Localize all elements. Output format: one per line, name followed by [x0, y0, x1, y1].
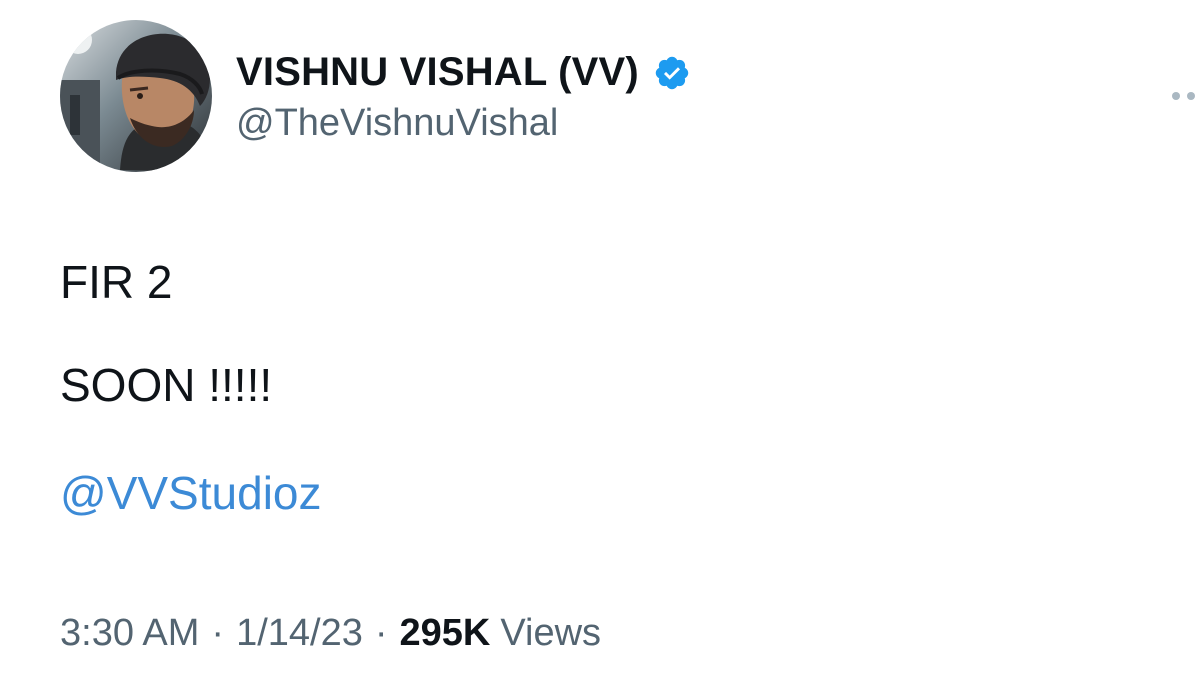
avatar-image: [60, 20, 212, 172]
tweet-card: VISHNU VISHAL (VV) @TheVishnuVishal FIR …: [0, 0, 1200, 695]
separator: ·: [211, 612, 225, 654]
tweet-time[interactable]: 3:30 AM: [60, 612, 199, 655]
more-dot: [1187, 92, 1195, 100]
more-options-icon[interactable]: [1172, 84, 1200, 108]
tweet-metadata: 3:30 AM · 1/14/23 · 295K Views: [60, 612, 601, 655]
views-label: Views: [500, 612, 602, 654]
author-name-row: VISHNU VISHAL (VV): [236, 50, 691, 95]
tweet-date[interactable]: 1/14/23: [236, 612, 363, 655]
avatar[interactable]: [60, 20, 212, 172]
views-count[interactable]: 295K: [400, 612, 491, 655]
user-handle[interactable]: @TheVishnuVishal: [236, 102, 558, 145]
mention-link[interactable]: @VVStudioz: [60, 466, 322, 520]
tweet-text-line: SOON !!!!!: [60, 359, 273, 411]
separator: ·: [374, 612, 388, 654]
tweet-text-line: FIR 2: [60, 256, 173, 308]
display-name[interactable]: VISHNU VISHAL (VV): [236, 50, 639, 95]
more-dot: [1172, 92, 1180, 100]
verified-badge-icon: [653, 54, 691, 92]
